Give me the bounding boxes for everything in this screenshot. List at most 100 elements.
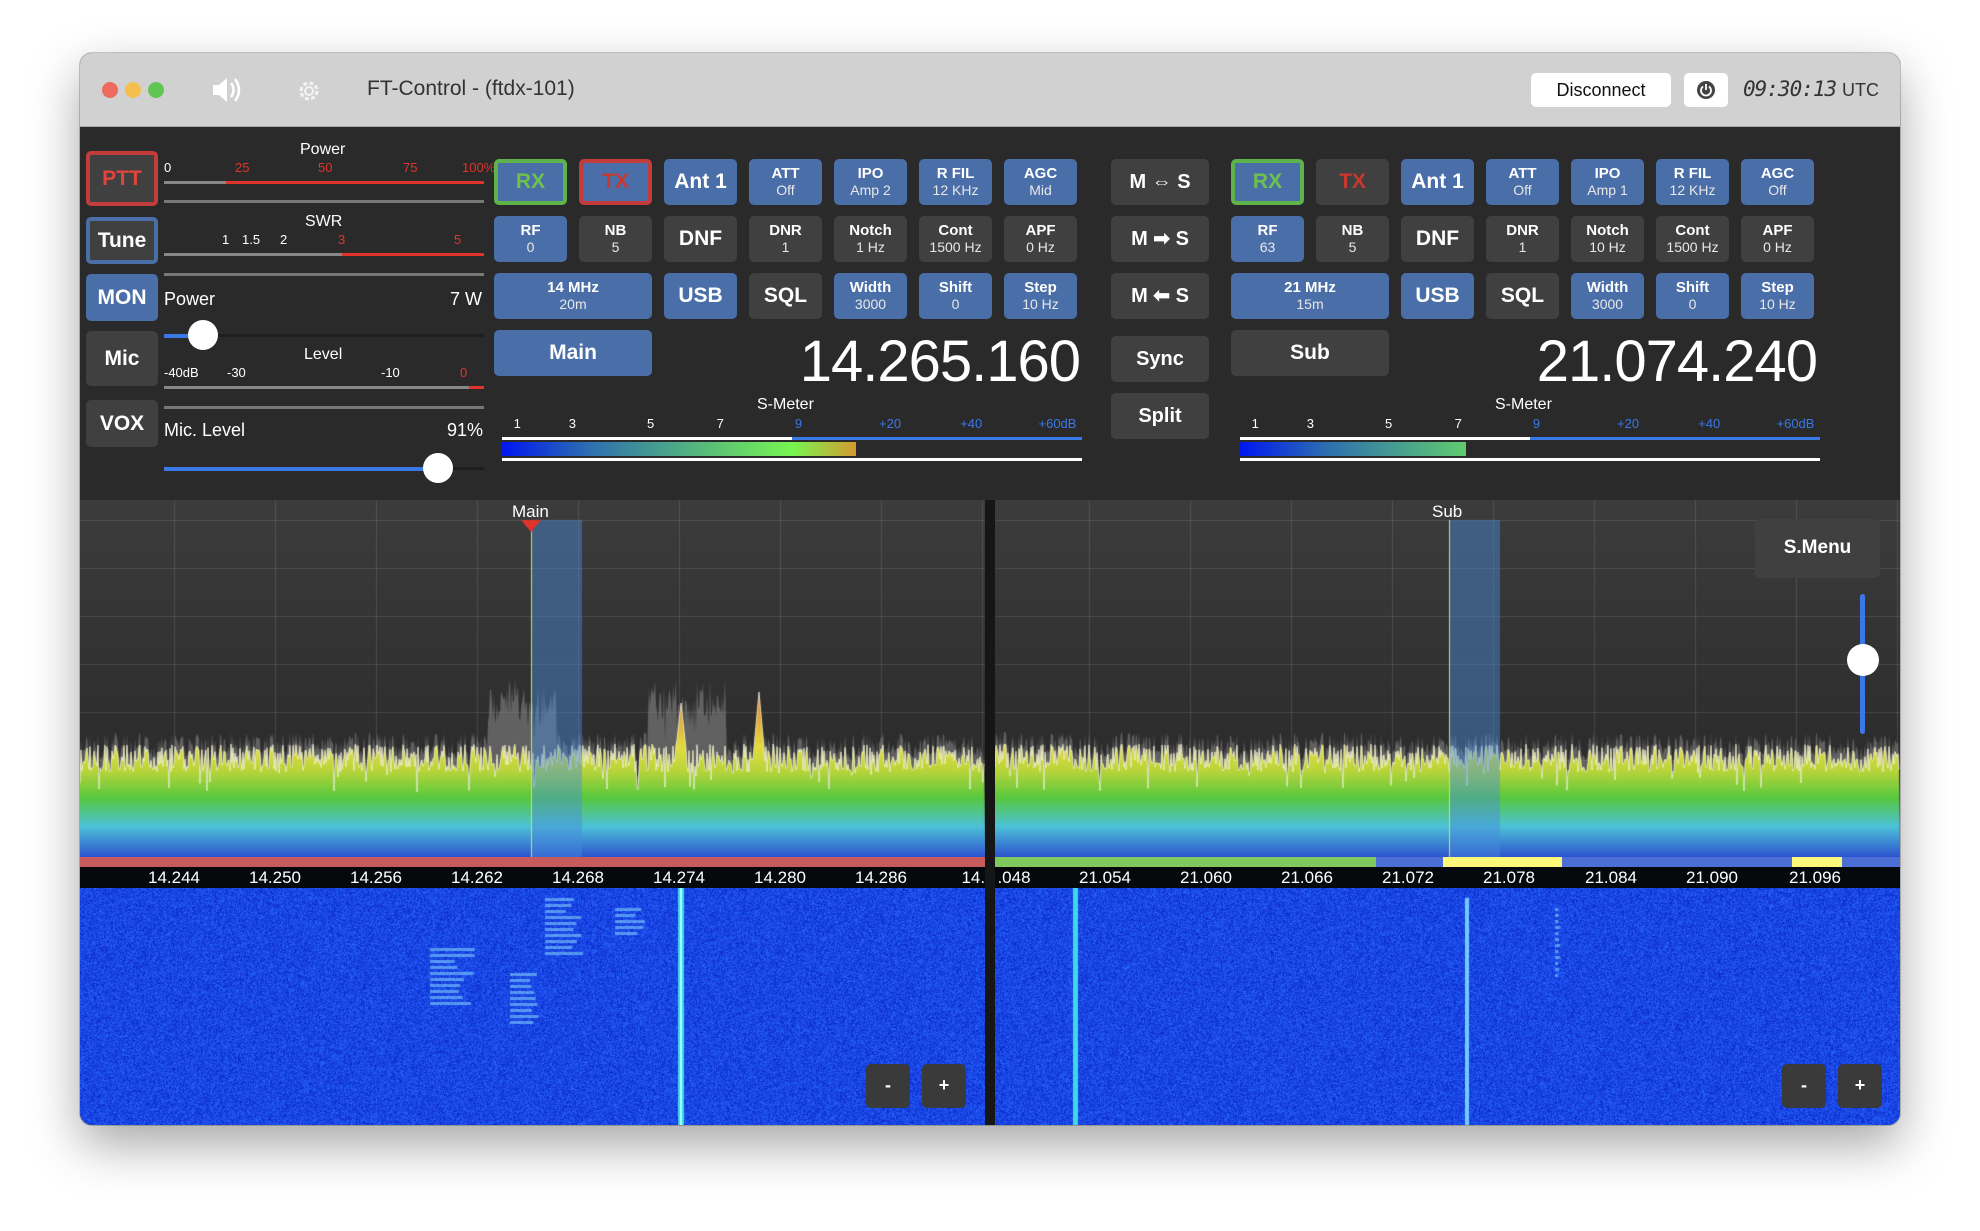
sub-mode-button[interactable]: USB: [1401, 273, 1474, 319]
sub-vfo-button[interactable]: Sub: [1231, 330, 1389, 376]
main-agc-button[interactable]: AGC Mid: [1004, 159, 1077, 205]
sub-nb-button-label: NB: [1341, 222, 1364, 240]
zoom-button[interactable]: [148, 82, 164, 98]
main-ipo-button[interactable]: IPO Amp 2: [834, 159, 907, 205]
sub-zoom-out-button[interactable]: -: [1782, 1064, 1826, 1108]
sub-dnf-button[interactable]: DNF: [1401, 216, 1474, 262]
main-att-button[interactable]: ATT Off: [749, 159, 822, 205]
power-button[interactable]: [1684, 73, 1728, 107]
main-tx-button[interactable]: TX: [579, 159, 652, 205]
sub-att-button[interactable]: ATT Off: [1486, 159, 1559, 205]
sub-nb-button[interactable]: NB 5: [1316, 216, 1389, 262]
sub-band-button-label: 21 MHz: [1284, 279, 1336, 297]
mic-level-slider-knob[interactable]: [422, 453, 453, 483]
sub-antenna-button[interactable]: Ant 1: [1401, 159, 1474, 205]
sub-rx-button[interactable]: RX: [1231, 159, 1304, 205]
mon-button[interactable]: MON: [86, 274, 158, 321]
main-smeter-scale: [502, 437, 792, 440]
s-to-m-button[interactable]: M ⬅ S: [1111, 273, 1209, 319]
sub-notch-button[interactable]: Notch 10 Hz: [1571, 216, 1644, 262]
sub-frequency-tick: 21.096: [1789, 868, 1841, 887]
main-spectrum[interactable]: [80, 500, 985, 858]
main-vfo-button[interactable]: Main: [494, 330, 652, 376]
sub-frequency-tick: 21.072: [1382, 868, 1434, 887]
main-notch-button[interactable]: Notch 1 Hz: [834, 216, 907, 262]
main-dnr-button[interactable]: DNR 1: [749, 216, 822, 262]
main-dnr-button-value: 1: [781, 238, 790, 255]
center-swap-button[interactable]: M ⇔ S: [1111, 159, 1209, 205]
s-menu-button[interactable]: S.Menu: [1755, 519, 1880, 578]
main-smeter-label: S-Meter: [757, 396, 814, 413]
swr-meter-tick: 2: [280, 232, 288, 247]
main-rx-button[interactable]: RX: [494, 159, 567, 205]
power-meter-label: Power: [300, 141, 346, 158]
main-cont-button[interactable]: Cont 1500 Hz: [919, 216, 992, 262]
m-to-s-button[interactable]: M ➡ S: [1111, 216, 1209, 262]
main-apf-button[interactable]: APF 0 Hz: [1004, 216, 1077, 262]
sub-shift-button[interactable]: Shift 0: [1656, 273, 1729, 319]
sub-zoom-in-button[interactable]: +: [1838, 1064, 1882, 1108]
sub-shift-button-value: 0: [1688, 295, 1697, 312]
ptt-button[interactable]: PTT: [86, 151, 158, 206]
power-meter-tick: 25: [235, 160, 250, 175]
sub-dnr-button[interactable]: DNR 1: [1486, 216, 1559, 262]
mic-level-value: 91%: [447, 420, 484, 440]
main-frequency-tick: 14.256: [350, 868, 402, 887]
level-meter-scale: [164, 386, 469, 389]
main-waterfall[interactable]: [80, 888, 985, 1125]
sub-rf-button[interactable]: RF 63: [1231, 216, 1304, 262]
main-width-button-label: Width: [849, 279, 892, 297]
main-step-button[interactable]: Step 10 Hz: [1004, 273, 1077, 319]
main-nb-button[interactable]: NB 5: [579, 216, 652, 262]
swr-meter-tick: 1.5: [242, 232, 261, 247]
main-zoom-in-button[interactable]: +: [922, 1064, 966, 1108]
main-step-button-value: 10 Hz: [1022, 295, 1059, 312]
main-mode-button[interactable]: USB: [664, 273, 737, 319]
tune-button[interactable]: Tune: [86, 217, 158, 264]
sub-smeter-tick: +20: [1617, 416, 1640, 431]
sub-ipo-button[interactable]: IPO Amp 1: [1571, 159, 1644, 205]
main-rf-button[interactable]: RF 0: [494, 216, 567, 262]
sub-cont-button[interactable]: Cont 1500 Hz: [1656, 216, 1729, 262]
main-band-button-label: 14 MHz: [547, 279, 599, 297]
main-width-button[interactable]: Width 3000: [834, 273, 907, 319]
sub-band-button[interactable]: 21 MHz 15m: [1231, 273, 1389, 319]
minimize-button[interactable]: [125, 82, 141, 98]
main-shift-button[interactable]: Shift 0: [919, 273, 992, 319]
main-smeter-tick: 3: [568, 416, 576, 431]
main-antenna-button[interactable]: Ant 1: [664, 159, 737, 205]
power-meter-tick: 100%: [462, 160, 496, 175]
title-bar: FT-Control - (ftdx-101) Disconnect 09:30…: [80, 53, 1900, 127]
sub-width-button[interactable]: Width 3000: [1571, 273, 1644, 319]
main-frequency-tick: 14.286: [855, 868, 907, 887]
close-button[interactable]: [102, 82, 118, 98]
vox-button[interactable]: VOX: [86, 400, 158, 447]
sub-waterfall[interactable]: [995, 888, 1900, 1125]
main-nb-button-label: NB: [604, 222, 627, 240]
mic-button[interactable]: Mic: [86, 331, 158, 386]
sub-ipo-button-value: Amp 1: [1587, 181, 1628, 198]
sub-agc-button[interactable]: AGC Off: [1741, 159, 1814, 205]
main-band-button[interactable]: 14 MHz 20m: [494, 273, 652, 319]
sub-step-button[interactable]: Step 10 Hz: [1741, 273, 1814, 319]
main-dnf-button[interactable]: DNF: [664, 216, 737, 262]
sub-rfil-button[interactable]: R FIL 12 KHz: [1656, 159, 1729, 205]
disconnect-button[interactable]: Disconnect: [1531, 73, 1671, 107]
main-zoom-out-button[interactable]: -: [866, 1064, 910, 1108]
sub-rfil-button-label: R FIL: [1673, 165, 1712, 183]
main-smeter-tick: 7: [716, 416, 724, 431]
sub-smeter-scale: [1240, 437, 1530, 440]
sub-tx-button[interactable]: TX: [1316, 159, 1389, 205]
sub-sql-button[interactable]: SQL: [1486, 273, 1559, 319]
power-slider-knob[interactable]: [188, 320, 218, 350]
speaker-icon[interactable]: [210, 75, 246, 105]
gear-icon[interactable]: [295, 77, 323, 105]
main-rfil-button[interactable]: R FIL 12 KHz: [919, 159, 992, 205]
spectrum-divider[interactable]: [985, 500, 995, 1125]
spectrum-level-slider-knob[interactable]: [1847, 644, 1879, 676]
sub-apf-button[interactable]: APF 0 Hz: [1741, 216, 1814, 262]
main-sql-button[interactable]: SQL: [749, 273, 822, 319]
sync-button[interactable]: Sync: [1111, 336, 1209, 382]
mic-level-label: Mic. Level: [164, 420, 246, 440]
split-button[interactable]: Split: [1111, 393, 1209, 439]
